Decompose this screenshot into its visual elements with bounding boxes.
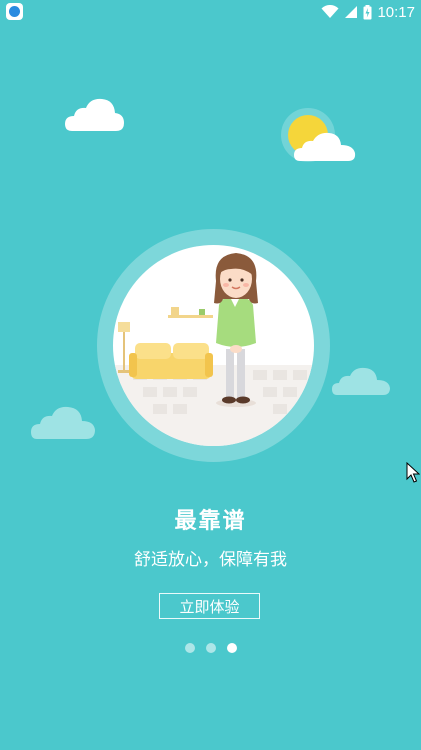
cloud-icon — [31, 406, 95, 439]
status-icons: 10:17 — [321, 2, 415, 22]
app-notification-icon — [6, 3, 23, 20]
page-indicator — [0, 643, 421, 653]
page-dot-active[interactable] — [226, 643, 237, 653]
slide-subtitle: 舒适放心，保障有我 — [134, 550, 287, 570]
wifi-icon — [321, 5, 339, 18]
status-time: 10:17 — [377, 3, 415, 21]
page-dot[interactable] — [205, 643, 216, 653]
cloud-icon — [332, 367, 390, 395]
slide-title: 最靠谱 — [174, 509, 247, 534]
illustration — [113, 245, 314, 446]
try-now-button[interactable]: 立即体验 — [159, 593, 260, 619]
battery-charging-icon — [363, 4, 372, 19]
status-bar: 10:17 — [0, 0, 421, 24]
mouse-cursor-icon — [406, 462, 420, 483]
cloud-icon — [65, 98, 124, 131]
page-dot[interactable] — [184, 643, 195, 653]
signal-icon — [345, 6, 358, 18]
sun-cloud-icon — [281, 108, 356, 162]
